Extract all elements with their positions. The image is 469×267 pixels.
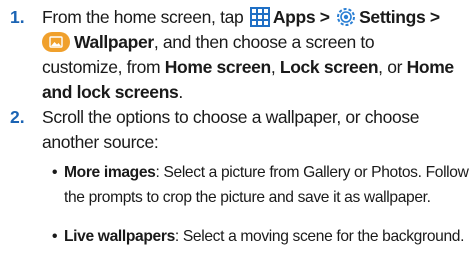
step-1-intro: From the home screen, tap: [42, 7, 248, 27]
step-1-line-4: and lock screens.: [42, 80, 463, 105]
bullet-live-wallpapers: • Live wallpapers: Select a moving scene …: [52, 224, 465, 249]
step-1-line-3: customize, from Home screen, Lock screen…: [42, 55, 463, 80]
more-images-desc: : Select a picture from Gallery or Photo…: [155, 164, 469, 181]
step-number: 2.: [10, 107, 25, 127]
step-1-text: From the home screen, tap Apps > Setting…: [42, 5, 463, 105]
instruction-page: 1. From the home screen, tap Apps > Sett…: [0, 0, 469, 267]
step-2-text: Scroll the options to choose a wallpaper…: [42, 105, 463, 155]
step-1-line-1: From the home screen, tap Apps > Setting…: [42, 5, 463, 30]
live-wallpapers-desc: : Select a moving scene for the backgrou…: [174, 228, 465, 245]
live-wallpapers-term: Live wallpapers: [64, 228, 175, 245]
step-2-line-1: Scroll the options to choose a wallpaper…: [42, 107, 420, 127]
step-1-line-2: Wallpaper, and then choose a screen to: [42, 30, 463, 55]
home-screen-option: Home screen: [164, 57, 271, 77]
bullet-live-wallpapers-line-1: • Live wallpapers: Select a moving scene …: [52, 224, 465, 249]
settings-gear-icon: [337, 8, 356, 26]
step-1-customize: customize, from: [42, 57, 165, 77]
step-number: 1.: [10, 7, 25, 27]
bullet-marker: •: [52, 164, 58, 181]
home-and-lock-option-part-2: and lock screens: [42, 82, 179, 102]
bullet-more-images: • More images: Select a picture from Gall…: [52, 160, 469, 210]
home-and-lock-option-part-1: Home: [406, 57, 455, 77]
lock-screen-option: Lock screen: [279, 57, 379, 77]
wallpaper-label: Wallpaper: [74, 32, 154, 52]
apps-grid-icon: [249, 7, 270, 27]
wallpaper-app-icon: [42, 32, 70, 52]
step-1-after-wallpaper: , and then choose a screen to: [153, 32, 375, 52]
step-2-line-2: another source:: [42, 132, 159, 152]
bullet-marker: •: [52, 228, 58, 245]
more-images-term: More images: [64, 164, 156, 181]
period: .: [178, 82, 183, 102]
bullet-more-images-line-1: • More images: Select a picture from Gall…: [52, 160, 469, 185]
apps-label: Apps >: [272, 7, 330, 27]
settings-label: Settings >: [359, 7, 440, 27]
or-text: , or: [378, 57, 407, 77]
bullet-more-images-line-2: the prompts to crop the picture and save…: [64, 189, 431, 206]
comma: ,: [270, 57, 280, 77]
